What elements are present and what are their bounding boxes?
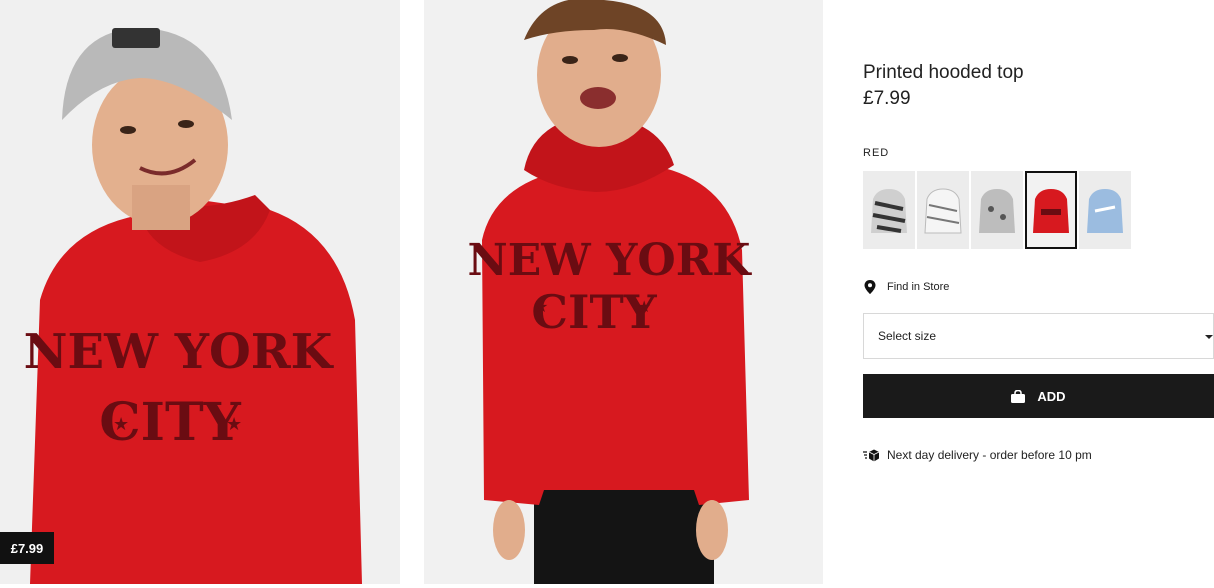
hoodie-thumbnail-icon (924, 188, 962, 234)
size-select[interactable]: Select size (863, 313, 1214, 359)
location-pin-icon (864, 280, 876, 294)
swatch-grey-print[interactable] (971, 171, 1023, 249)
size-select-label: Select size (878, 329, 937, 343)
add-button-label: ADD (1037, 388, 1066, 404)
selected-color-label: RED (863, 147, 890, 159)
shopping-bag-icon (1011, 389, 1026, 403)
swatch-light-blue[interactable] (1079, 171, 1131, 249)
star-icon: ★ (113, 414, 129, 434)
star-icon: ★ (637, 299, 651, 316)
swatch-red[interactable] (1025, 171, 1077, 249)
swatch-white-pattern[interactable] (917, 171, 969, 249)
price-tag: £7.99 (0, 532, 54, 564)
swatch-black-white-pattern[interactable] (863, 171, 915, 249)
product-image-1[interactable]: NEW YORK CITY ★ ★ (0, 0, 400, 584)
star-icon: ★ (226, 414, 242, 434)
delivery-text: Next day delivery - order before 10 pm (887, 448, 1092, 462)
chevron-down-icon (1205, 335, 1213, 339)
hoodie-thumbnail-icon (1087, 189, 1123, 233)
delivery-info: Next day delivery - order before 10 pm (863, 448, 1092, 462)
product-price: £7.99 (863, 88, 911, 109)
product-photo-illustration-2: NEW YORK CITY ★ ★ (424, 0, 823, 584)
product-title: Printed hooded top (863, 62, 1024, 83)
hoodie-thumbnail-icon (1033, 189, 1069, 233)
find-in-store-label: Find in Store (887, 281, 950, 293)
find-in-store-link[interactable]: Find in Store (863, 280, 949, 294)
product-details: Printed hooded top £7.99 RED Find in Sto… (863, 0, 1214, 588)
hoodie-thumbnail-icon (979, 189, 1015, 233)
hoodie-thumbnail-icon (871, 189, 907, 233)
product-image-2[interactable]: NEW YORK CITY ★ ★ (424, 0, 823, 584)
hoodie-print-line1: NEW YORK (467, 235, 752, 286)
add-to-bag-button[interactable]: ADD (863, 374, 1214, 418)
product-photo-illustration-1: NEW YORK CITY ★ ★ (0, 0, 400, 584)
star-icon: ★ (534, 299, 548, 316)
delivery-box-icon (863, 449, 880, 461)
hoodie-print-line1: NEW YORK (24, 324, 335, 380)
color-swatches (863, 171, 1131, 249)
